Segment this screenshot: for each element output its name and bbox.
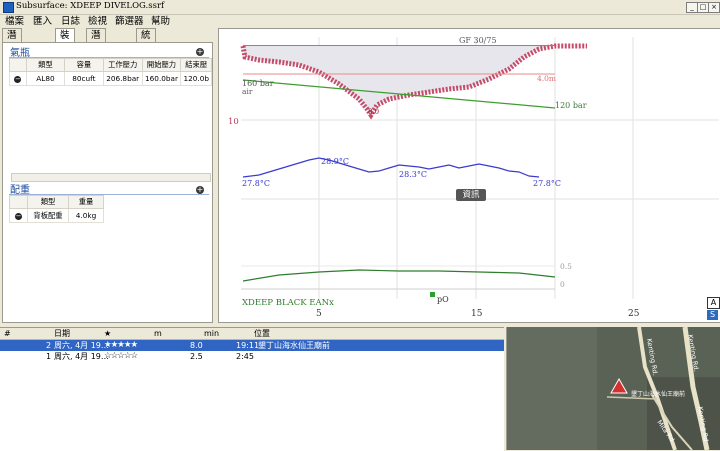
map-terrain bbox=[507, 327, 597, 450]
cylinders-scrollbar[interactable] bbox=[11, 173, 211, 182]
dive-rating[interactable]: ★★★★★ bbox=[104, 340, 138, 351]
dive-depth: 2.5 bbox=[190, 352, 203, 361]
dive-date: 周六, 4月 19… bbox=[54, 352, 109, 361]
cylinders-header-row: 類型 容量 工作壓力 開始壓力 結束壓 bbox=[9, 58, 212, 72]
menu-log[interactable]: 日誌 bbox=[61, 15, 80, 28]
title-bar: Subsurface: XDEEP DIVELOG.ssrf _ □ × bbox=[0, 0, 720, 15]
dive-row[interactable]: 1 周六, 4月 19… ☆☆☆☆☆ 2.5 2:45 bbox=[0, 351, 504, 362]
temperature-line bbox=[242, 157, 540, 178]
temp-label-max: 28.9°C bbox=[321, 157, 349, 166]
dive-number: 1 bbox=[46, 352, 52, 361]
cylinder-type[interactable]: AL80 bbox=[25, 71, 65, 86]
gas-label: GF 30/75 bbox=[459, 36, 497, 45]
dive-depth: 8.0 bbox=[190, 341, 203, 350]
cylinders-table: 類型 容量 工作壓力 開始壓力 結束壓 − AL80 80cuft 206.8b… bbox=[9, 58, 212, 86]
start-gas-label: air bbox=[242, 87, 253, 96]
end-pressure-label: 120 bar bbox=[555, 101, 587, 110]
scale-toggle-icon[interactable]: S bbox=[707, 310, 718, 320]
dive-number: 2 bbox=[46, 341, 52, 350]
dive-duration: 2:45 bbox=[236, 352, 254, 361]
cylinder-start-pressure[interactable]: 160.0bar bbox=[141, 71, 182, 86]
weights-table: 類型 重量 − 背板配重 4.0kg bbox=[9, 195, 104, 223]
temp-label-start: 27.8°C bbox=[242, 179, 270, 188]
weight-row[interactable]: − 背板配重 4.0kg bbox=[9, 208, 104, 223]
ruler-toggle-icon[interactable]: A bbox=[707, 297, 720, 309]
col-type[interactable]: 類型 bbox=[27, 195, 69, 209]
col-number[interactable]: # bbox=[4, 328, 11, 339]
col-weight[interactable]: 重量 bbox=[68, 195, 104, 209]
time-tick-25: 25 bbox=[628, 309, 640, 319]
col-start-pressure[interactable]: 開始壓力 bbox=[141, 58, 182, 72]
cylinder-work-pressure[interactable]: 206.8bar bbox=[102, 71, 143, 86]
cylinder-row[interactable]: − AL80 80cuft 206.8bar 160.0bar 120.0b bbox=[9, 71, 212, 86]
col-location[interactable]: 位置 bbox=[254, 328, 270, 339]
menu-bar: 檔案 匯入 日誌 檢視 篩選器 幫助 bbox=[0, 15, 720, 28]
remove-cylinder-cell[interactable]: − bbox=[9, 71, 27, 86]
menu-view[interactable]: 檢視 bbox=[88, 15, 107, 28]
add-cylinder-icon[interactable]: + bbox=[196, 48, 204, 56]
marker-label: 墾丁山海水仙王廟前 bbox=[631, 390, 685, 398]
tab-statistics[interactable]: 統計 bbox=[136, 28, 156, 54]
tab-equipment[interactable]: 裝備 bbox=[55, 28, 75, 54]
tab-dive-info[interactable]: 潛水資訊 bbox=[86, 28, 106, 80]
app-icon bbox=[3, 2, 14, 13]
info-chip[interactable]: 資訊 bbox=[456, 189, 486, 201]
dive-list[interactable]: # 日期 ★ m min 位置 2 周六, 4月 19… ★★★★★ 8.0 1… bbox=[0, 327, 504, 451]
dive-profile[interactable]: GF 30/75 4.0m 160 bar air 120 bar 10 8.0… bbox=[218, 28, 720, 323]
dive-duration: 19:11 bbox=[236, 341, 260, 350]
temp-label-mid: 28.3°C bbox=[399, 170, 427, 179]
po2-marker bbox=[430, 292, 435, 297]
ceiling-label: 4.0m bbox=[537, 74, 556, 83]
menu-import[interactable]: 匯入 bbox=[33, 15, 52, 28]
col-duration[interactable]: min bbox=[204, 328, 219, 339]
col-remove bbox=[9, 58, 27, 72]
time-tick-5: 5 bbox=[316, 309, 322, 319]
dive-row[interactable]: 2 周六, 4月 19… ★★★★★ 8.0 19:11 墾丁山海水仙王廟前 bbox=[0, 340, 504, 351]
col-end-pressure[interactable]: 結束壓 bbox=[180, 58, 212, 72]
dive-computer-label: XDEEP BLACK EANx bbox=[242, 298, 334, 308]
menu-help[interactable]: 幫助 bbox=[151, 15, 170, 28]
col-date[interactable]: 日期 bbox=[54, 328, 70, 339]
col-size[interactable]: 容量 bbox=[63, 58, 104, 72]
map-canvas: 墾丁山海水仙王廟前 Kenting Rd. Kenting Rd. Mita R… bbox=[507, 327, 720, 450]
po2-tick-zero: 0 bbox=[560, 280, 565, 289]
time-tick-15: 15 bbox=[471, 309, 483, 319]
cylinder-size[interactable]: 80cuft bbox=[63, 71, 104, 86]
col-type[interactable]: 類型 bbox=[25, 58, 65, 72]
profile-graph: GF 30/75 4.0m 160 bar air 120 bar 10 8.0… bbox=[228, 36, 719, 319]
close-icon[interactable]: × bbox=[708, 2, 720, 13]
col-depth[interactable]: m bbox=[154, 328, 162, 339]
remove-icon[interactable]: − bbox=[15, 213, 22, 220]
dive-date: 周六, 4月 19… bbox=[54, 341, 109, 350]
dive-rating[interactable]: ☆☆☆☆☆ bbox=[104, 351, 138, 362]
depth-tick-label: 10 bbox=[228, 117, 239, 127]
remove-icon[interactable]: − bbox=[14, 76, 22, 83]
po2-line bbox=[242, 269, 556, 282]
weights-header-row: 類型 重量 bbox=[9, 195, 104, 209]
col-rating[interactable]: ★ bbox=[104, 328, 111, 339]
cylinder-end-pressure[interactable]: 120.0b bbox=[180, 71, 212, 86]
depth-area bbox=[243, 46, 555, 115]
weight-amount[interactable]: 4.0kg bbox=[68, 208, 104, 223]
col-work-pressure[interactable]: 工作壓力 bbox=[102, 58, 143, 72]
remove-weight-cell[interactable]: − bbox=[9, 208, 28, 223]
max-depth-label: 8.0 bbox=[368, 108, 379, 116]
dive-map[interactable]: 墾丁山海水仙王廟前 Kenting Rd. Kenting Rd. Mita R… bbox=[506, 327, 720, 450]
weight-type[interactable]: 背板配重 bbox=[27, 208, 69, 223]
equipment-panel: 氣瓶 + 類型 容量 工作壓力 開始壓力 結束壓 − AL80 80cuft 2… bbox=[2, 42, 213, 323]
col-remove bbox=[9, 195, 28, 209]
dive-list-header: # 日期 ★ m min 位置 bbox=[0, 328, 504, 340]
dive-location: 墾丁山海水仙王廟前 bbox=[258, 341, 330, 350]
menu-file[interactable]: 檔案 bbox=[5, 15, 24, 28]
tab-dive-notes[interactable]: 潛水記錄 bbox=[2, 28, 22, 80]
po2-label: pO bbox=[437, 295, 449, 304]
menu-filter[interactable]: 篩選器 bbox=[115, 15, 144, 28]
window-title: Subsurface: XDEEP DIVELOG.ssrf bbox=[16, 1, 165, 11]
po2-tick-high: 0.5 bbox=[560, 262, 572, 271]
temp-label-end: 27.8°C bbox=[533, 179, 561, 188]
add-weight-icon[interactable]: + bbox=[196, 186, 204, 194]
